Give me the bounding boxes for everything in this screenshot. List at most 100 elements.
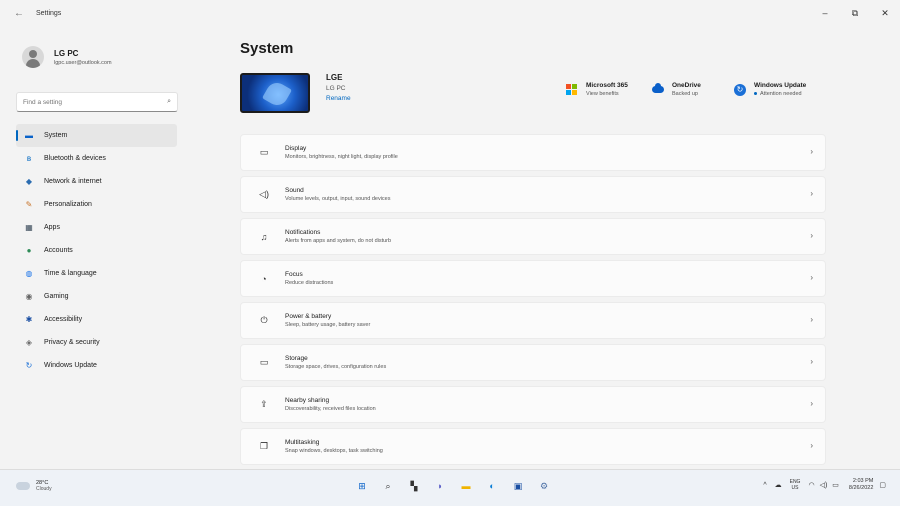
card-title: Storage — [285, 355, 308, 362]
volume-icon[interactable]: ◁) — [820, 481, 828, 489]
cloud-icon — [16, 482, 30, 490]
card-subtitle: Discoverability, received files location — [285, 406, 376, 412]
card-multitasking[interactable]: ❐ Multitasking Snap windows, desktops, ta… — [240, 428, 826, 465]
quick-subtitle: Attention needed — [754, 91, 806, 97]
chevron-right-icon: › — [810, 441, 813, 450]
file-explorer-icon[interactable]: ▬ — [459, 479, 473, 493]
minimize-button[interactable]: – — [810, 0, 840, 26]
profile-name: LG PC — [54, 48, 79, 58]
card-display[interactable]: ▭ Display Monitors, brightness, night lig… — [240, 134, 826, 171]
card-power-battery[interactable]: ⏻ Power & battery Sleep, battery usage, b… — [240, 302, 826, 339]
chevron-right-icon: › — [810, 315, 813, 324]
card-notifications[interactable]: ♫ Notifications Alerts from apps and syst… — [240, 218, 826, 255]
sidebar-item-accounts[interactable]: ● Accounts — [16, 239, 177, 262]
window-title: Settings — [36, 9, 62, 17]
search-input[interactable] — [23, 98, 168, 106]
sidebar-item-label: System — [44, 132, 68, 139]
bluetooth-icon: ʙ — [26, 154, 32, 163]
main-content: System LGE LG PC Rename Microsoft 365 Vi… — [240, 26, 840, 480]
taskbar-apps: ⊞ ⌕ ▚ ◗ ▬ ◐ ▣ ⚙ — [355, 479, 563, 493]
system-tray: ^ ☁ ENG US ◠ ◁) ▭ 2:03 PM 8/26/2022 ▢ — [763, 478, 886, 492]
sidebar-item-windows-update[interactable]: ↻ Windows Update — [16, 354, 177, 377]
sidebar-item-personalization[interactable]: ✎ Personalization — [16, 193, 177, 216]
microsoft-365-icon — [566, 83, 578, 96]
clock[interactable]: 2:03 PM 8/26/2022 — [849, 478, 873, 492]
card-focus[interactable]: ◔ Focus Reduce distractions › — [240, 260, 826, 297]
title-bar: ← Settings – ⧉ ✕ — [0, 0, 900, 26]
card-sound[interactable]: ◁) Sound Volume levels, output, input, so… — [240, 176, 826, 213]
accounts-icon: ● — [26, 246, 32, 255]
device-model: LG PC — [326, 85, 346, 92]
edge-icon[interactable]: ◐ — [485, 479, 499, 493]
card-title: Focus — [285, 271, 303, 278]
card-title: Power & battery — [285, 313, 332, 320]
card-subtitle: Alerts from apps and system, do not dist… — [285, 238, 392, 244]
chevron-right-icon: › — [810, 147, 813, 156]
card-title: Notifications — [285, 229, 321, 236]
sidebar-item-label: Accessibility — [44, 316, 83, 323]
display-icon: ▭ — [259, 147, 269, 157]
wifi-icon[interactable]: ◠ — [808, 481, 814, 489]
window-controls: – ⧉ ✕ — [810, 0, 900, 26]
multitasking-icon: ❐ — [259, 441, 269, 451]
sidebar-item-label: Bluetooth & devices — [44, 155, 106, 162]
sidebar-item-apps[interactable]: ▦ Apps — [16, 216, 177, 239]
chevron-up-icon[interactable]: ^ — [763, 482, 766, 489]
search-icon[interactable]: ⌕ — [381, 479, 395, 493]
settings-cards: ▭ Display Monitors, brightness, night lig… — [240, 134, 826, 485]
globe-icon: ◍ — [25, 269, 33, 278]
sidebar-item-label: Network & internet — [44, 178, 102, 185]
sidebar-item-label: Time & language — [44, 270, 97, 277]
wifi-icon: ◆ — [25, 177, 33, 186]
windows-update-icon: ↻ — [734, 83, 746, 96]
profile-email: lgpc.user@outlook.com — [54, 59, 112, 66]
onedrive-tray-icon[interactable]: ☁ — [775, 481, 782, 489]
back-arrow-icon[interactable]: ← — [6, 8, 32, 19]
shield-icon: ◈ — [25, 338, 33, 347]
sidebar-item-label: Personalization — [44, 201, 92, 208]
start-icon[interactable]: ⊞ — [355, 479, 369, 493]
weather-condition: Cloudy — [36, 486, 52, 492]
onedrive-tile[interactable]: OneDrive Backed up — [652, 82, 701, 97]
rename-link[interactable]: Rename — [326, 95, 351, 102]
sidebar-item-accessibility[interactable]: ✱ Accessibility — [16, 308, 177, 331]
gamepad-icon: ◉ — [25, 292, 33, 301]
card-subtitle: Volume levels, output, input, sound devi… — [285, 196, 391, 202]
storage-icon: ▭ — [259, 357, 269, 367]
sidebar-item-bluetooth[interactable]: ʙ Bluetooth & devices — [16, 147, 177, 170]
speaker-icon: ◁) — [259, 189, 269, 199]
sidebar-item-label: Apps — [44, 224, 60, 231]
card-nearby-sharing[interactable]: ⇪ Nearby sharing Discoverability, receive… — [240, 386, 826, 423]
windows-update-tile[interactable]: ↻ Windows Update Attention needed — [734, 82, 806, 97]
settings-icon[interactable]: ⚙ — [537, 479, 551, 493]
sidebar-item-label: Gaming — [44, 293, 69, 300]
sidebar-item-gaming[interactable]: ◉ Gaming — [16, 285, 177, 308]
card-title: Multitasking — [285, 439, 320, 446]
card-subtitle: Monitors, brightness, night light, displ… — [285, 154, 398, 160]
chat-icon[interactable]: ◗ — [433, 479, 447, 493]
maximize-button[interactable]: ⧉ — [840, 0, 870, 26]
card-subtitle: Reduce distractions — [285, 280, 334, 286]
sidebar-item-privacy-security[interactable]: ◈ Privacy & security — [16, 331, 177, 354]
focus-icon: ◔ — [261, 273, 267, 284]
chevron-right-icon: › — [810, 231, 813, 240]
battery-icon[interactable]: ▭ — [832, 481, 839, 489]
store-icon[interactable]: ▣ — [511, 479, 525, 493]
task-view-icon[interactable]: ▚ — [407, 479, 421, 493]
sidebar-item-network[interactable]: ◆ Network & internet — [16, 170, 177, 193]
search-icon[interactable]: ⌕ — [167, 98, 171, 106]
close-button[interactable]: ✕ — [870, 0, 900, 26]
sidebar-item-system[interactable]: ▬ System — [16, 124, 177, 147]
card-storage[interactable]: ▭ Storage Storage space, drives, configur… — [240, 344, 826, 381]
user-profile[interactable]: LG PC lgpc.user@outlook.com — [0, 26, 185, 76]
search-box[interactable]: ⌕ — [16, 92, 178, 112]
microsoft-365-tile[interactable]: Microsoft 365 View benefits — [566, 82, 628, 97]
onedrive-icon — [652, 83, 664, 96]
quick-title: Microsoft 365 — [586, 82, 628, 89]
bell-icon: ♫ — [260, 231, 268, 242]
chevron-right-icon: › — [810, 399, 813, 408]
language-indicator[interactable]: ENG US — [790, 479, 801, 491]
sidebar-item-time-language[interactable]: ◍ Time & language — [16, 262, 177, 285]
weather-widget[interactable]: 28°C Cloudy — [16, 480, 52, 492]
notification-icon[interactable]: ▢ — [879, 481, 886, 489]
